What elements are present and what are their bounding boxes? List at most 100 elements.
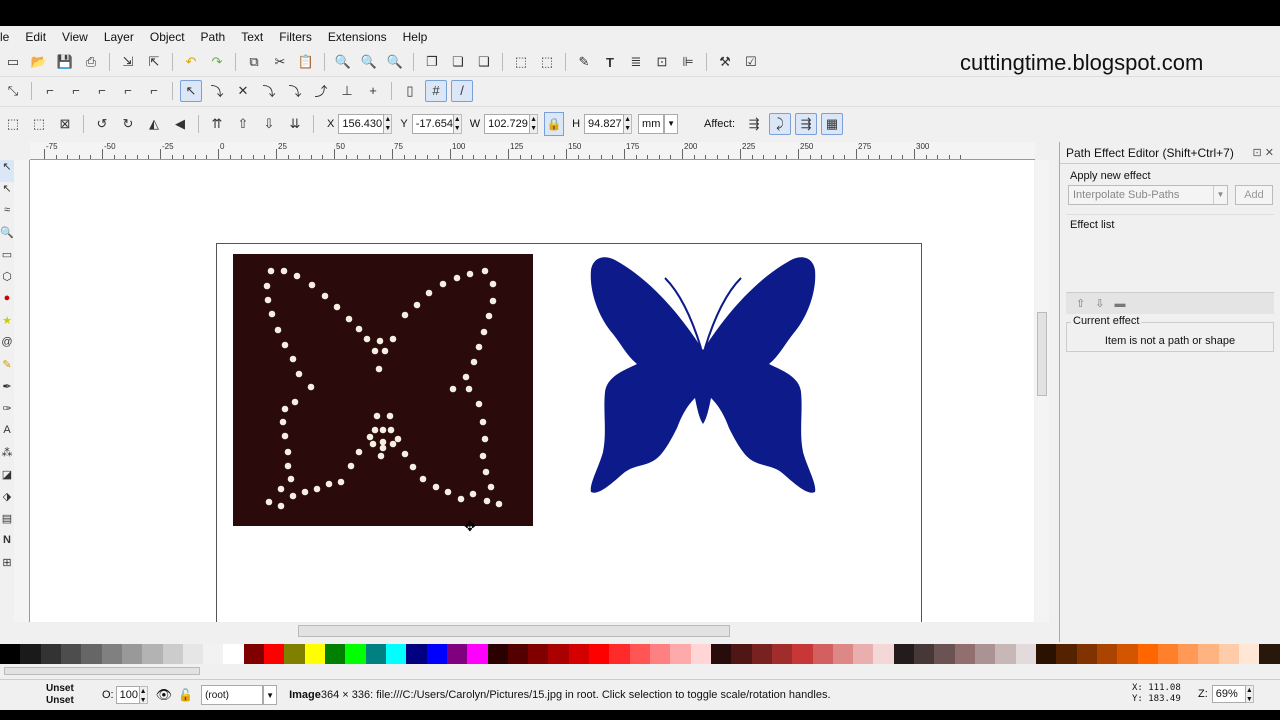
text-tool-icon[interactable]: A — [0, 424, 14, 446]
color-swatch[interactable] — [670, 644, 691, 664]
snap-bbox-icon[interactable]: ⌐ — [39, 80, 61, 102]
color-swatch[interactable] — [487, 644, 508, 664]
snap-grid-icon[interactable]: # — [425, 79, 447, 102]
rect-tool-icon[interactable]: ▭ — [0, 248, 14, 270]
color-swatch[interactable] — [264, 644, 285, 664]
snap-smooth-icon[interactable]: ⤵ — [284, 80, 306, 102]
tweak-tool-icon[interactable]: ≈ — [0, 204, 14, 226]
color-swatch[interactable] — [162, 644, 183, 664]
color-swatch[interactable] — [1239, 644, 1260, 664]
fill-stroke-indicator[interactable]: Unset Unset — [0, 683, 96, 707]
snap-bbox-center-icon[interactable]: ⌐ — [143, 80, 165, 102]
color-swatch[interactable] — [873, 644, 894, 664]
unlink-clone-icon[interactable]: ❑ — [473, 51, 495, 73]
color-swatch[interactable] — [893, 644, 915, 664]
snap-rotation-center-icon[interactable]: + — [362, 80, 384, 102]
horizontal-scrollbar[interactable] — [30, 622, 1035, 640]
color-swatch[interactable] — [426, 644, 447, 664]
color-swatch[interactable] — [1015, 644, 1036, 664]
menu-edit[interactable]: Edit — [17, 30, 54, 44]
color-swatch[interactable] — [1137, 644, 1158, 664]
horizontal-scroll-thumb[interactable] — [298, 625, 730, 637]
opacity-spin[interactable]: ▲ ▼ — [139, 686, 148, 704]
color-swatch[interactable] — [1157, 644, 1179, 664]
save-icon[interactable]: 💾 — [54, 51, 76, 73]
snap-intersections-icon[interactable]: ✕ — [232, 80, 254, 102]
pen-tool-icon[interactable]: ✒ — [0, 380, 14, 402]
w-spin[interactable]: ▲ ▼ — [530, 113, 539, 134]
menu-filters[interactable]: Filters — [271, 30, 320, 44]
text-font-icon[interactable]: T — [599, 51, 621, 73]
color-swatch[interactable] — [203, 644, 224, 664]
color-swatch[interactable] — [629, 644, 650, 664]
export-icon[interactable]: ⇱ — [143, 51, 165, 73]
canvas[interactable]: ✥ — [30, 160, 1034, 622]
color-swatch[interactable] — [385, 644, 407, 664]
zoom-page-icon[interactable]: 🔍 — [384, 51, 406, 73]
cut-icon[interactable]: ✂ — [269, 51, 291, 73]
open-icon[interactable]: 📂 — [28, 51, 50, 73]
zoom-spin[interactable]: ▲ ▼ — [1245, 685, 1254, 703]
butterfly-dots-image[interactable] — [233, 254, 533, 526]
color-swatch[interactable] — [690, 644, 711, 664]
flip-horizontal-icon[interactable]: ◭ — [143, 113, 165, 135]
zoom-drawing-icon[interactable]: 🔍 — [358, 51, 380, 73]
color-swatch[interactable] — [1218, 644, 1240, 664]
xml-editor-icon[interactable]: ⊡ — [651, 51, 673, 73]
unit-select[interactable]: mm ▼ — [638, 113, 679, 134]
paste-icon[interactable]: 📋 — [295, 51, 317, 73]
layer-visibility-icon[interactable]: 👁 — [156, 687, 173, 703]
x-field[interactable]: 156.430 — [338, 113, 385, 134]
paint-bucket-icon[interactable]: ⬗ — [0, 490, 14, 512]
layers-icon[interactable]: ≣ — [625, 51, 647, 73]
color-swatch[interactable] — [365, 644, 386, 664]
lower-icon[interactable]: ⇩ — [258, 113, 280, 135]
color-swatch[interactable] — [243, 644, 265, 664]
butterfly-silhouette[interactable] — [585, 252, 825, 496]
color-swatch[interactable] — [284, 644, 305, 664]
color-swatch[interactable] — [832, 644, 854, 664]
menu-layer[interactable]: Layer — [96, 30, 142, 44]
color-swatch[interactable] — [731, 644, 752, 664]
color-swatch[interactable] — [751, 644, 772, 664]
snap-nodes-icon[interactable]: ↖ — [180, 79, 202, 102]
color-swatch[interactable] — [548, 644, 569, 664]
move-down-icon[interactable]: ⇩ — [1095, 297, 1104, 310]
import-icon[interactable]: ⇲ — [117, 51, 139, 73]
layer-lock-icon[interactable]: 🔓 — [178, 688, 193, 702]
color-swatch[interactable] — [954, 644, 975, 664]
undo-icon[interactable]: ↶ — [180, 51, 202, 73]
y-field[interactable]: -17.654 — [411, 113, 454, 134]
pencil-tool-icon[interactable]: ✎ — [0, 358, 14, 380]
h-field[interactable]: 94.827 — [584, 113, 625, 134]
snap-object-center-icon[interactable]: ⊥ — [336, 80, 358, 102]
color-swatch[interactable] — [40, 644, 61, 664]
x-spin[interactable]: ▲ ▼ — [384, 113, 393, 134]
add-effect-button[interactable]: Add — [1235, 185, 1273, 205]
ungroup-icon[interactable]: ⬚ — [536, 51, 558, 73]
rotate-cw-icon[interactable]: ↻ — [117, 113, 139, 135]
color-swatch[interactable] — [609, 644, 630, 664]
affect-gradients-icon[interactable]: ⇶ — [795, 112, 818, 135]
ellipse-tool-icon[interactable]: ● — [0, 292, 14, 314]
color-swatch[interactable] — [325, 644, 346, 664]
color-swatch[interactable] — [528, 644, 549, 664]
vertical-scrollbar[interactable] — [1035, 160, 1049, 622]
color-swatch[interactable] — [853, 644, 874, 664]
connector-tool-icon[interactable]: ⊞ — [0, 556, 14, 578]
menu-file[interactable]: le — [0, 30, 17, 44]
redo-icon[interactable]: ↷ — [206, 51, 228, 73]
color-swatch[interactable] — [914, 644, 935, 664]
zoom-field[interactable]: 69% — [1211, 685, 1246, 703]
print-icon[interactable]: ⎙ — [80, 51, 102, 73]
fill-stroke-icon[interactable]: ✎ — [573, 51, 595, 73]
color-swatch[interactable] — [710, 644, 732, 664]
spray-tool-icon[interactable]: ⁂ — [0, 446, 14, 468]
color-swatch[interactable] — [467, 644, 488, 664]
remove-effect-icon[interactable]: ▬ — [1114, 298, 1125, 310]
lock-ratio-icon[interactable]: 🔒 — [544, 111, 565, 136]
color-swatch[interactable] — [1259, 644, 1280, 664]
color-swatch[interactable] — [568, 644, 590, 664]
color-swatch[interactable] — [182, 644, 204, 664]
color-swatch[interactable] — [771, 644, 793, 664]
